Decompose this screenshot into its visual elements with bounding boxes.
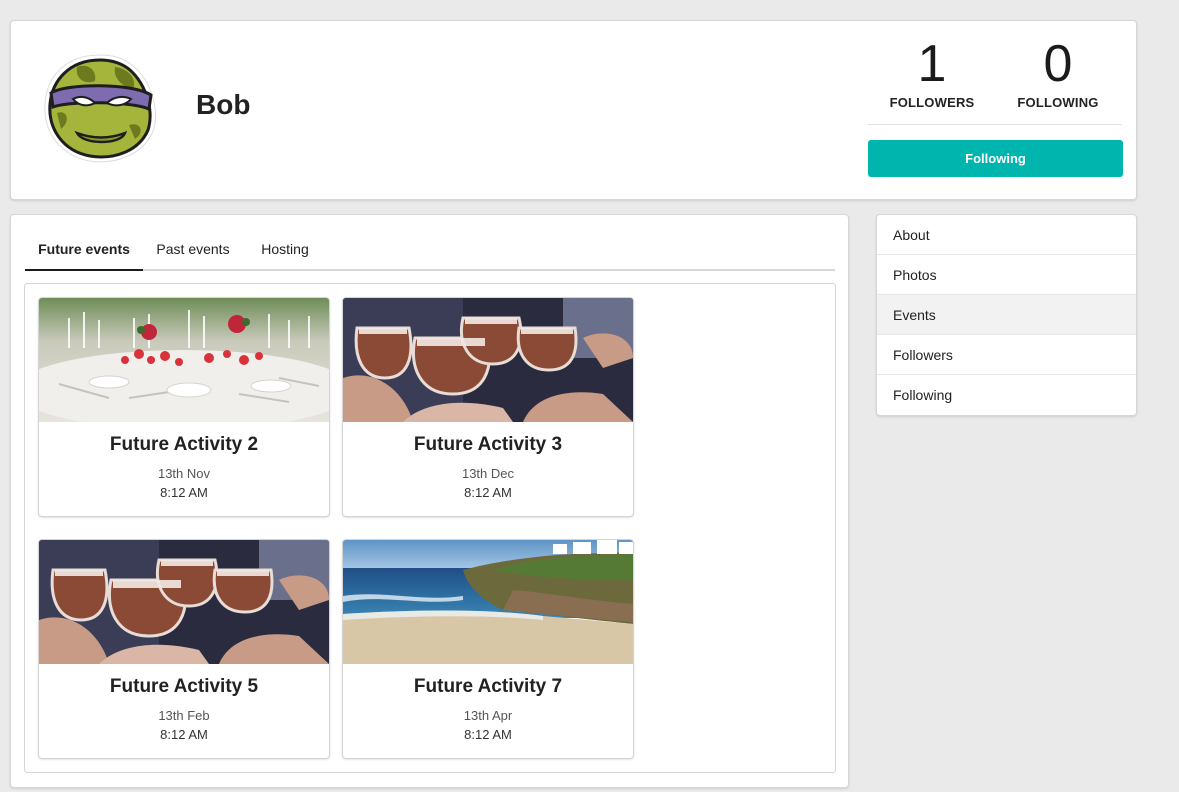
event-card[interactable]: Future Activity 3 13th Dec 8:12 AM bbox=[342, 297, 634, 517]
tab-past-events[interactable]: Past events bbox=[145, 235, 241, 269]
following-label: FOLLOWING bbox=[1017, 95, 1099, 110]
event-date: 13th Dec bbox=[461, 466, 515, 481]
events-panel: Future events Past events Hosting Future… bbox=[10, 214, 849, 788]
event-time: 8:12 AM bbox=[464, 727, 512, 742]
profile-name: Bob bbox=[196, 89, 251, 120]
event-card[interactable]: Future Activity 2 13th Nov 8:12 AM bbox=[38, 297, 330, 517]
following-count: 0 bbox=[1043, 35, 1073, 93]
event-tabs: Future events Past events Hosting bbox=[25, 235, 835, 271]
menu-item-followers[interactable]: Followers bbox=[877, 335, 1136, 375]
event-date: 13th Feb bbox=[158, 708, 210, 723]
events-grid: Future Activity 2 13th Nov 8:12 AM Futur… bbox=[24, 283, 836, 773]
event-date: 13th Nov bbox=[157, 466, 211, 481]
event-title: Future Activity 3 bbox=[413, 434, 563, 455]
event-time: 8:12 AM bbox=[464, 485, 512, 500]
event-title: Future Activity 7 bbox=[413, 676, 563, 697]
stats-divider bbox=[868, 124, 1122, 125]
event-image-drinks-toast bbox=[343, 298, 633, 422]
avatar bbox=[37, 51, 163, 167]
followers-count: 1 bbox=[917, 35, 947, 93]
event-image-beach-coast bbox=[343, 540, 633, 664]
follow-toggle-button[interactable]: Following bbox=[868, 140, 1123, 177]
tab-future-events[interactable]: Future events bbox=[25, 235, 143, 271]
menu-item-photos[interactable]: Photos bbox=[877, 255, 1136, 295]
event-image-drinks-toast bbox=[39, 540, 329, 664]
profile-side-menu: About Photos Events Followers Following bbox=[876, 214, 1137, 416]
event-card[interactable]: Future Activity 5 13th Feb 8:12 AM bbox=[38, 539, 330, 759]
profile-header: Bob 1 FOLLOWERS 0 FOLLOWING Following bbox=[10, 20, 1137, 200]
tab-hosting[interactable]: Hosting bbox=[245, 235, 325, 269]
event-title: Future Activity 5 bbox=[109, 676, 259, 697]
event-title: Future Activity 2 bbox=[109, 434, 259, 455]
menu-item-following[interactable]: Following bbox=[877, 375, 1136, 415]
menu-item-about[interactable]: About bbox=[877, 215, 1136, 255]
followers-stat: 1 FOLLOWERS bbox=[867, 33, 997, 110]
event-image-dinner-table bbox=[39, 298, 329, 422]
event-card[interactable]: Future Activity 7 13th Apr 8:12 AM bbox=[342, 539, 634, 759]
followers-label: FOLLOWERS bbox=[889, 95, 975, 110]
event-time: 8:12 AM bbox=[160, 485, 208, 500]
following-stat: 0 FOLLOWING bbox=[993, 33, 1123, 110]
event-time: 8:12 AM bbox=[160, 727, 208, 742]
event-date: 13th Apr bbox=[463, 708, 513, 723]
menu-item-events[interactable]: Events bbox=[877, 295, 1136, 335]
